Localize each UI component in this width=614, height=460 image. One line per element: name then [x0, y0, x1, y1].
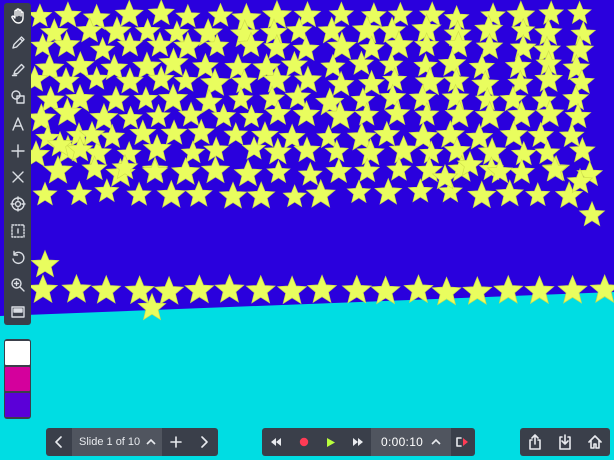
shapes-icon	[10, 90, 25, 104]
erase-tool[interactable]	[4, 164, 31, 191]
slide-navigator: Slide 1 of 10	[46, 428, 218, 456]
swatch-purple[interactable]	[5, 393, 30, 417]
zoom-tool[interactable]	[4, 271, 31, 298]
slide-view-icon	[10, 305, 25, 318]
playback-controls: 0:00:10	[262, 428, 475, 456]
previous-slide-button[interactable]	[46, 428, 72, 456]
target-icon	[9, 196, 26, 212]
home-button[interactable]	[580, 428, 610, 456]
highlighter-icon	[11, 63, 25, 77]
shapes-tool[interactable]	[4, 83, 31, 110]
timer-display[interactable]: 0:00:10	[371, 428, 451, 456]
highlighter-tool[interactable]	[4, 57, 31, 84]
slide-indicator[interactable]: Slide 1 of 10	[72, 428, 162, 456]
eraser-x-icon	[11, 171, 24, 184]
tool-palette	[4, 3, 31, 325]
hand-icon	[10, 8, 24, 25]
download-icon	[559, 434, 571, 450]
share-icon	[529, 434, 541, 450]
chevron-up-icon	[431, 438, 441, 445]
next-slide-button[interactable]	[190, 428, 218, 456]
color-swatches	[4, 339, 31, 419]
pen-tool[interactable]	[4, 30, 31, 57]
pen-icon	[11, 36, 25, 49]
rewind-button[interactable]	[262, 428, 290, 456]
select-tool[interactable]	[4, 218, 31, 245]
drawing-canvas[interactable]	[0, 0, 614, 460]
line-icon	[10, 143, 25, 158]
record-icon	[299, 437, 308, 447]
pointer-tool[interactable]	[4, 191, 31, 218]
chevron-up-icon	[146, 438, 156, 445]
play-icon	[326, 437, 335, 447]
file-actions	[520, 428, 610, 456]
undo-tool[interactable]	[4, 244, 31, 271]
record-button[interactable]	[290, 428, 317, 456]
fast-forward-button[interactable]	[344, 428, 371, 456]
elapsed-time: 0:00:10	[381, 435, 424, 449]
hand-tool[interactable]	[4, 3, 31, 30]
slide-label: Slide 1 of 10	[79, 436, 141, 448]
view-tool[interactable]	[4, 298, 31, 325]
trim-button[interactable]	[451, 428, 475, 456]
add-slide-button[interactable]	[162, 428, 190, 456]
swatch-white[interactable]	[5, 341, 30, 365]
chevron-left-icon	[55, 436, 62, 448]
undo-icon	[11, 250, 25, 264]
zoom-icon	[10, 277, 25, 292]
share-button[interactable]	[520, 428, 550, 456]
play-button[interactable]	[317, 428, 344, 456]
text-icon	[11, 117, 24, 131]
swatch-magenta[interactable]	[5, 367, 30, 391]
line-tool[interactable]	[4, 137, 31, 164]
home-icon	[588, 435, 602, 449]
fast-forward-icon	[352, 438, 363, 446]
plus-icon	[170, 436, 182, 448]
chevron-right-icon	[201, 436, 208, 448]
select-icon	[10, 224, 25, 238]
save-button[interactable]	[550, 428, 580, 456]
rewind-icon	[271, 438, 281, 446]
trim-icon	[456, 437, 468, 447]
text-tool[interactable]	[4, 110, 31, 137]
